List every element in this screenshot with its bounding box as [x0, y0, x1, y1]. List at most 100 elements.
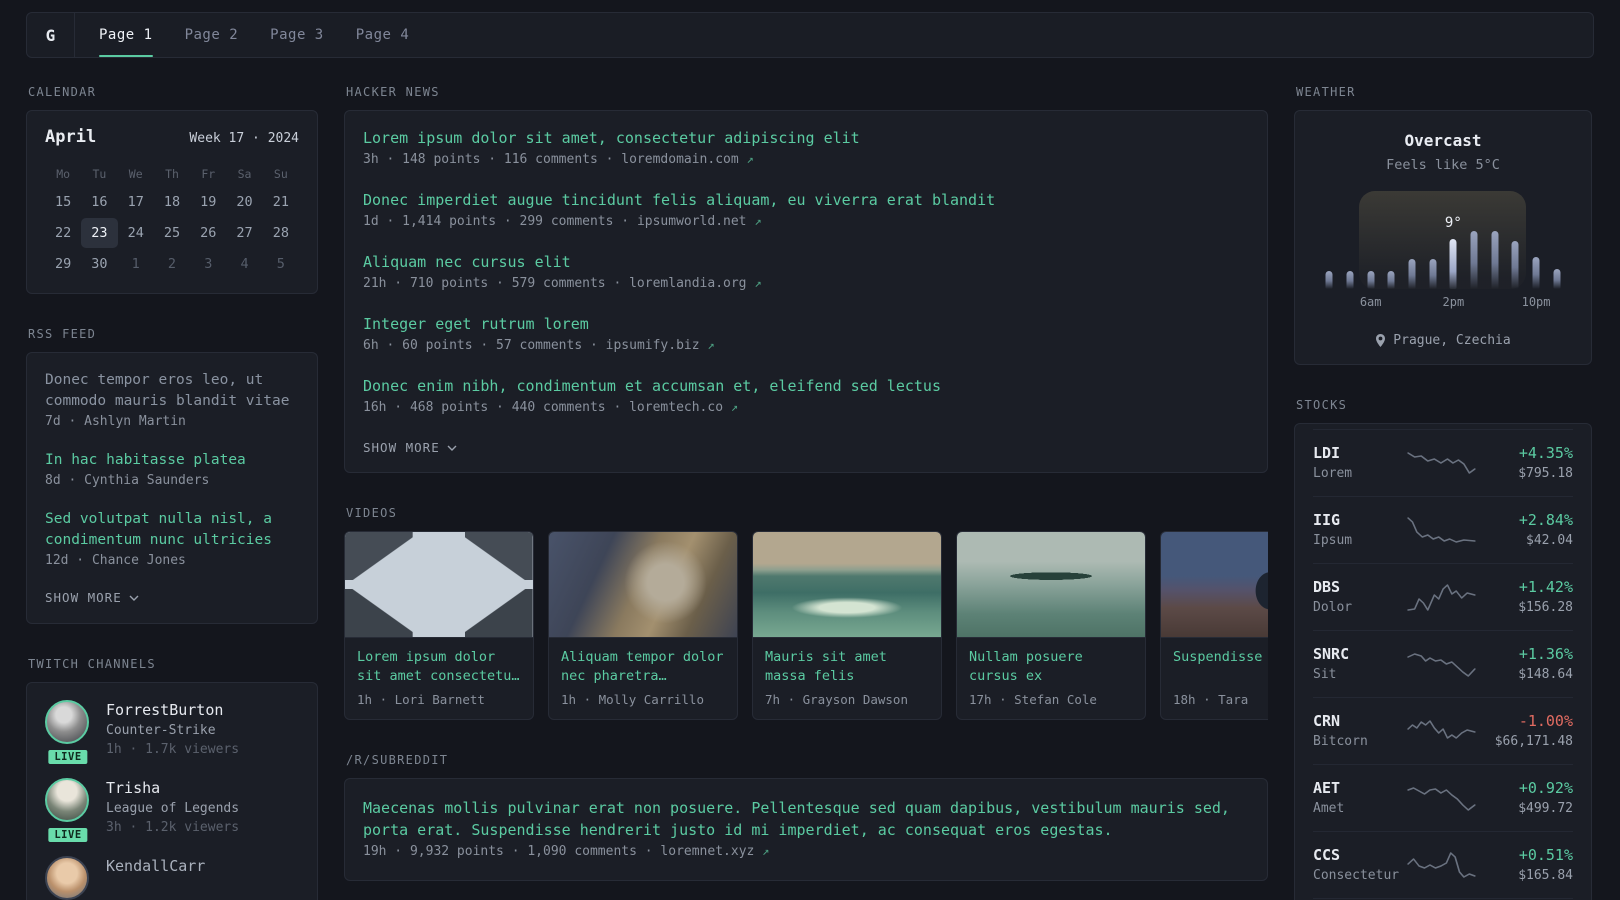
rss-item-title[interactable]: In hac habitasse platea — [45, 450, 299, 471]
calendar-day: 27 — [236, 225, 253, 241]
weather-location: Prague, Czechia — [1309, 333, 1577, 348]
stock-sparkline — [1407, 787, 1476, 811]
twitch-channel-row[interactable]: LIVE ForrestBurton Counter-Strike 1h · 1… — [45, 700, 299, 766]
chevron-down-icon — [129, 595, 139, 601]
stock-row[interactable]: AET Amet +0.92% $499.72 — [1313, 764, 1573, 831]
stock-name: Dolor — [1313, 600, 1353, 615]
hn-domain-link[interactable]: ipsumworld.net ↗ — [637, 214, 762, 229]
hn-story: Donec enim nibh, condimentum et accumsan… — [363, 375, 1249, 418]
hn-story-title[interactable]: Aliquam nec cursus elit — [363, 251, 1249, 273]
calendar-day: 20 — [236, 194, 253, 210]
calendar-day: 4 — [240, 256, 249, 272]
stock-price: $148.64 — [1518, 667, 1573, 682]
video-title[interactable]: Aliquam tempor dolor nec pharetra… — [561, 648, 725, 686]
hn-story-title[interactable]: Lorem ipsum dolor sit amet, consectetur … — [363, 127, 1249, 149]
hn-domain-link[interactable]: ipsumify.biz ↗ — [606, 338, 715, 353]
stock-price: $795.18 — [1518, 466, 1573, 481]
video-meta: 1h · Molly Carrillo — [561, 692, 704, 707]
avatar — [45, 856, 89, 900]
stock-row[interactable]: LDI Lorem +4.35% $795.18 — [1313, 429, 1573, 496]
page-tabs: Page 1 Page 2 Page 3 Page 4 — [75, 13, 409, 57]
rss-show-more-button[interactable]: SHOW MORE — [45, 590, 139, 605]
stock-symbol: AET — [1313, 779, 1341, 797]
video-meta: 7h · Grayson Dawson — [765, 692, 908, 707]
video-title[interactable]: Lorem ipsum dolor sit amet consectetu… — [357, 648, 521, 686]
stock-change: +0.51% — [1518, 846, 1573, 864]
video-title[interactable]: Suspendisse diam — [1173, 648, 1268, 686]
reddit-domain-link[interactable]: loremnet.xyz ↗ — [660, 844, 769, 859]
stock-sparkline — [1407, 653, 1476, 677]
video-card[interactable]: Lorem ipsum dolor sit amet consectetu… 1… — [344, 531, 534, 720]
video-card[interactable]: Nullam posuere cursus ex 17h · Stefan Co… — [956, 531, 1146, 720]
rss-card: Donec tempor eros leo, ut commodo mauris… — [26, 352, 318, 624]
stock-row[interactable]: DBS Dolor +1.42% $156.28 — [1313, 563, 1573, 630]
page-tab[interactable]: Page 3 — [270, 13, 324, 57]
weather-bar-column: 9° 2pm — [1443, 215, 1465, 309]
hn-domain: ipsumify.biz — [605, 338, 700, 353]
video-card[interactable]: Mauris sit amet massa felis 7h · Grayson… — [752, 531, 942, 720]
weather-time-label: 6am — [1359, 295, 1382, 309]
hackernews-list: Lorem ipsum dolor sit amet, consectetur … — [363, 127, 1249, 418]
right-column: WEATHER Overcast Feels like 5°C 6am 9° 2… — [1294, 85, 1592, 900]
twitch-channel-name[interactable]: ForrestBurton — [106, 700, 239, 721]
hn-domain-link[interactable]: loremtech.co ↗ — [629, 400, 738, 415]
video-thumbnail[interactable] — [345, 532, 533, 638]
video-card-body: Lorem ipsum dolor sit amet consectetu… 1… — [345, 638, 533, 719]
rss-item-title[interactable]: Sed volutpat nulla nisl, a condimentum n… — [45, 509, 299, 551]
subreddit-widget: /R/SUBREDDIT Maecenas mollis pulvinar er… — [344, 753, 1268, 881]
page-tab[interactable]: Page 4 — [356, 13, 410, 57]
calendar-weekday: Mo — [56, 167, 71, 181]
twitch-channel-viewers: 3h · 1.2k viewers — [106, 820, 240, 835]
weather-bar-column — [1505, 219, 1526, 289]
twitch-channel-row[interactable]: LIVE Trisha League of Legends 3h · 1.2k … — [45, 778, 299, 844]
video-title[interactable]: Mauris sit amet massa felis — [765, 648, 929, 686]
rss-item-title[interactable]: Donec tempor eros leo, ut commodo mauris… — [45, 370, 299, 412]
twitch-channel-name[interactable]: KendallCarr — [106, 856, 205, 877]
stock-sparkline — [1407, 517, 1476, 543]
twitch-channel-row[interactable]: KendallCarr — [45, 856, 299, 900]
app-logo[interactable]: G — [27, 13, 75, 57]
left-column: CALENDAR April Week 17 · 2024 Mo Tu We Th Fr… — [26, 85, 318, 900]
middle-column: HACKER NEWS Lorem ipsum dolor sit amet, … — [344, 85, 1268, 900]
video-thumbnail[interactable] — [957, 532, 1145, 638]
video-thumbnail[interactable] — [549, 532, 737, 638]
hn-domain-link[interactable]: loremlandia.org ↗ — [629, 276, 761, 291]
video-card[interactable]: Aliquam tempor dolor nec pharetra… 1h · … — [548, 531, 738, 720]
hn-show-more-button[interactable]: SHOW MORE — [363, 440, 457, 455]
rss-widget: RSS FEED Donec tempor eros leo, ut commo… — [26, 327, 318, 624]
rss-item: Donec tempor eros leo, ut commodo mauris… — [45, 370, 299, 432]
twitch-channel-name[interactable]: Trisha — [106, 778, 239, 799]
stock-values: +0.92% $499.72 — [1479, 778, 1573, 818]
hn-story-title[interactable]: Donec enim nibh, condimentum et accumsan… — [363, 375, 1249, 397]
video-meta: 18h · Tara — [1173, 692, 1249, 707]
stock-row[interactable]: IIG Ipsum +2.84% $42.04 — [1313, 496, 1573, 563]
video-title[interactable]: Nullam posuere cursus ex — [969, 648, 1133, 686]
hn-story: Donec imperdiet augue tincidunt felis al… — [363, 189, 1249, 232]
hn-meta-text: 1d · 1,414 points · 299 comments · — [363, 214, 637, 229]
calendar-header: April Week 17 · 2024 — [45, 127, 299, 147]
hn-domain-link[interactable]: loremdomain.com ↗ — [621, 152, 753, 167]
video-thumbnail[interactable] — [1161, 532, 1268, 638]
reddit-post-title[interactable]: Maecenas mollis pulvinar erat non posuer… — [363, 797, 1249, 841]
page-tab[interactable]: Page 2 — [185, 13, 239, 57]
hn-story-title[interactable]: Integer eget rutrum lorem — [363, 313, 1249, 335]
video-meta: 17h · Stefan Cole — [969, 692, 1097, 707]
external-link-icon: ↗ — [730, 400, 739, 414]
video-card[interactable]: Suspendisse diam 18h · Tara — [1160, 531, 1268, 720]
stock-row[interactable]: SNRC Sit +1.36% $148.64 — [1313, 630, 1573, 697]
stock-symbol: CCS — [1313, 846, 1341, 864]
hn-domain: ipsumworld.net — [636, 214, 747, 229]
calendar-day: 16 — [91, 194, 108, 210]
hn-story-title[interactable]: Donec imperdiet augue tincidunt felis al… — [363, 189, 1249, 211]
reddit-meta-text: 19h · 9,932 points · 1,090 comments · — [363, 844, 661, 859]
video-thumbnail[interactable] — [753, 532, 941, 638]
stock-values: +1.42% $156.28 — [1479, 577, 1573, 617]
twitch-channel-info: Trisha League of Legends 3h · 1.2k viewe… — [106, 778, 239, 837]
stock-row[interactable]: CRN Bitcorn -1.00% $66,171.48 — [1313, 697, 1573, 764]
stock-symbol: DBS — [1313, 578, 1341, 596]
page-tab[interactable]: Page 1 — [99, 13, 153, 57]
stock-values: +4.35% $795.18 — [1479, 443, 1573, 483]
hn-story-meta: 1d · 1,414 points · 299 comments · ipsum… — [363, 211, 1249, 232]
stock-row[interactable]: CCS Consectetur +0.51% $165.84 — [1313, 831, 1573, 898]
video-meta: 1h · Lori Barnett — [357, 692, 485, 707]
